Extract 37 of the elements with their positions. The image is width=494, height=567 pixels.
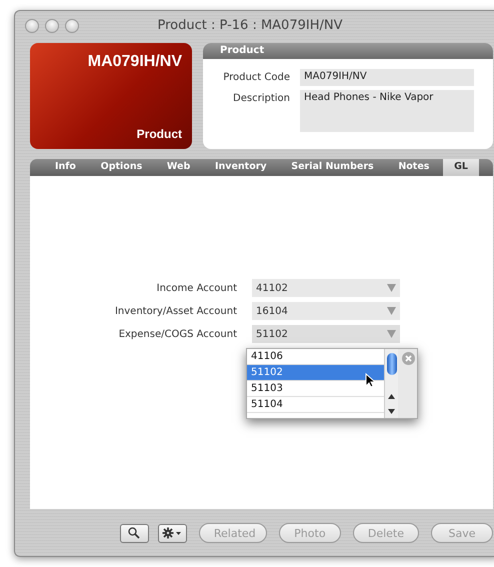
search-button[interactable] bbox=[120, 524, 149, 542]
account-select[interactable]: 41102 bbox=[252, 279, 400, 297]
gear-icon bbox=[162, 527, 182, 539]
action-menu-button[interactable] bbox=[158, 524, 187, 542]
account-select[interactable]: 16104 bbox=[252, 302, 400, 320]
dropdown-arrow-icon bbox=[387, 330, 396, 338]
dropdown-option[interactable]: 51102 bbox=[247, 365, 384, 381]
badge-code: MA079IH/NV bbox=[88, 53, 182, 71]
field-label: Description bbox=[232, 92, 290, 106]
mouse-cursor-icon bbox=[365, 373, 375, 388]
tab[interactable]: Inventory bbox=[204, 159, 278, 176]
dropdown-arrow-icon bbox=[387, 284, 396, 292]
window-control-button[interactable] bbox=[45, 19, 59, 33]
window-control-button[interactable] bbox=[65, 19, 79, 33]
dropdown-arrow-icon bbox=[387, 307, 396, 315]
tab[interactable]: GL bbox=[443, 159, 479, 176]
dropdown-option[interactable]: 51103 bbox=[247, 381, 384, 397]
dropdown-option[interactable]: 51104 bbox=[247, 397, 384, 413]
window-title: Product : P-16 : MA079IH/NV bbox=[156, 18, 344, 33]
window-control-button[interactable] bbox=[25, 19, 39, 33]
tab[interactable]: Notes bbox=[387, 159, 440, 176]
description-field[interactable]: Head Phones - Nike Vapor bbox=[300, 90, 474, 132]
tab[interactable]: Serial Numbers bbox=[280, 159, 385, 176]
dropdown-option[interactable]: 41106 bbox=[247, 349, 384, 365]
field-label: Income Account bbox=[156, 282, 237, 296]
badge-label: Product bbox=[136, 127, 182, 141]
field-label: Expense/COGS Account bbox=[118, 328, 237, 342]
tab[interactable]: Info bbox=[44, 159, 87, 176]
account-select[interactable]: 51102 bbox=[252, 325, 400, 343]
field-label: Product Code bbox=[222, 71, 290, 85]
tab[interactable]: Web bbox=[156, 159, 202, 176]
tab[interactable]: Options bbox=[90, 159, 154, 176]
product-code-field[interactable]: MA079IH/NV bbox=[300, 69, 474, 86]
scroll-thumb[interactable] bbox=[386, 353, 396, 375]
panel-title: Product bbox=[203, 43, 493, 59]
search-icon bbox=[128, 527, 140, 539]
field-label: Inventory/Asset Account bbox=[114, 305, 237, 319]
